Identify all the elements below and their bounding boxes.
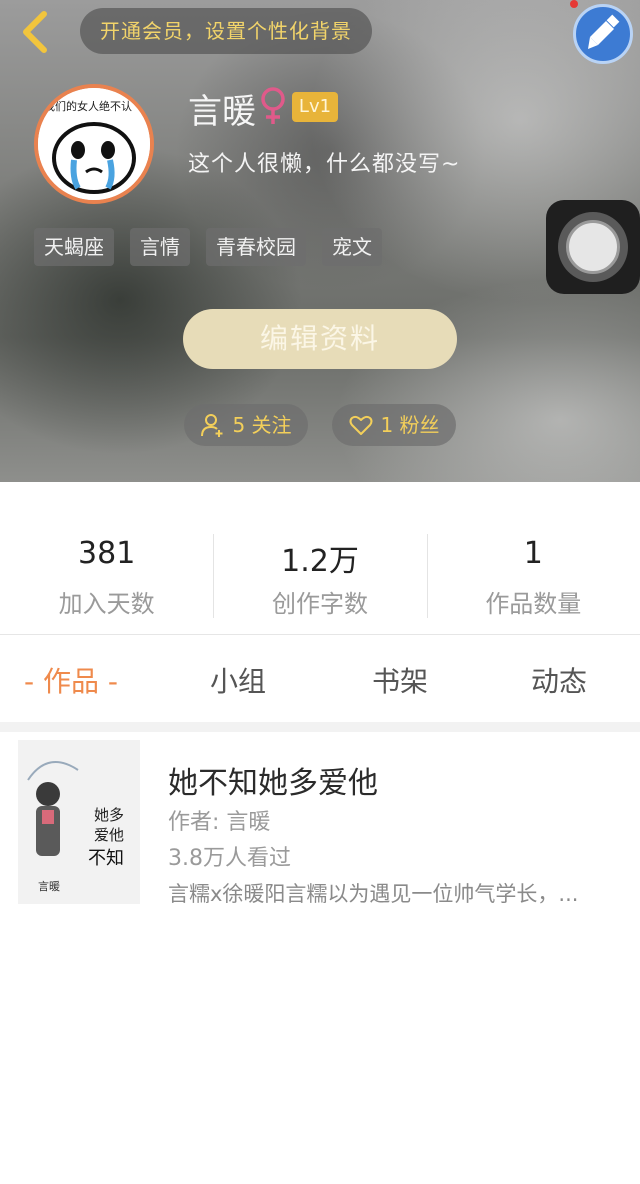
assistive-touch-core — [566, 220, 620, 274]
tab-groups[interactable]: 小组 — [210, 660, 266, 700]
heart-icon — [349, 415, 373, 435]
book-cover[interactable]: 她多 爱他 不知 言暖 — [18, 740, 140, 904]
stat-label: 作品数量 — [485, 590, 582, 618]
chevron-left-icon — [23, 11, 47, 53]
stat-value: 1.2万 — [281, 544, 359, 579]
meme-face-image: 我们的女人绝不认 — [38, 88, 150, 200]
username: 言暖 — [188, 92, 256, 132]
back-button[interactable] — [14, 8, 58, 56]
tag-item[interactable]: 宠文 — [322, 228, 382, 266]
paint-brush-icon — [588, 14, 620, 49]
tag-item[interactable]: 言情 — [130, 228, 190, 266]
cover-title-1: 她多 — [94, 806, 124, 824]
stat-word-count: 1.2万 创作字数 — [213, 482, 426, 634]
book-card[interactable]: 她多 爱他 不知 言暖 她不知她多爱他 作者: 言暖 3.8万人看过 言糯x徐暖… — [10, 732, 630, 914]
user-plus-icon — [201, 414, 223, 437]
following-count: 5 关注 — [232, 413, 292, 437]
tag-item[interactable]: 天蝎座 — [34, 228, 114, 266]
vip-background-banner[interactable]: 开通会员，设置个性化背景 — [80, 8, 372, 54]
avatar[interactable]: 我们的女人绝不认 — [34, 84, 154, 204]
profile-header: 开通会员，设置个性化背景 我们的女人绝不认 言暖 Lv1 这个人很懒，什么都没写… — [0, 0, 640, 482]
book-description: 言糯x徐暖阳言糯以为遇见一位帅气学长，... — [168, 882, 579, 906]
level-badge: Lv1 — [292, 92, 338, 122]
tag-item[interactable]: 青春校园 — [206, 228, 306, 266]
divider — [0, 634, 640, 635]
cover-author: 言暖 — [38, 880, 60, 893]
tab-activity[interactable]: 动态 — [531, 660, 587, 700]
cover-title-2: 爱他 — [94, 826, 124, 844]
skin-button[interactable] — [573, 4, 633, 64]
bio-text: 这个人很懒，什么都没写~ — [188, 152, 461, 177]
stats-bar: 381 加入天数 1.2万 创作字数 1 作品数量 — [0, 482, 640, 634]
book-views: 3.8万人看过 — [168, 846, 291, 871]
fans-count: 1 粉丝 — [380, 413, 440, 437]
empty-area — [0, 914, 640, 1184]
fans-button[interactable]: 1 粉丝 — [332, 404, 456, 446]
assistive-touch-button[interactable] — [546, 200, 640, 294]
tab-works[interactable]: - 作品 - — [24, 660, 118, 700]
stat-divider — [213, 534, 214, 618]
stat-divider — [427, 534, 428, 618]
cover-title-3: 不知 — [88, 848, 124, 869]
stat-value: 381 — [78, 536, 136, 571]
female-symbol-icon — [261, 87, 285, 124]
tag-list: 天蝎座 言情 青春校园 宠文 — [34, 228, 382, 266]
edit-profile-button[interactable]: 编辑资料 — [183, 309, 457, 369]
book-author: 作者: 言暖 — [168, 810, 271, 835]
avatar-caption: 我们的女人绝不认 — [44, 99, 132, 113]
section-gap — [0, 722, 640, 732]
stat-label: 加入天数 — [58, 590, 155, 618]
following-button[interactable]: 5 关注 — [184, 404, 308, 446]
stat-join-days: 381 加入天数 — [0, 482, 213, 634]
stat-works-count: 1 作品数量 — [427, 482, 640, 634]
book-cover-image: 她多 爱他 不知 言暖 — [18, 740, 140, 904]
stat-label: 创作字数 — [271, 590, 368, 618]
tab-bookshelf[interactable]: 书架 — [372, 660, 428, 700]
profile-tabs: - 作品 - 小组 书架 动态 — [0, 636, 640, 722]
book-title[interactable]: 她不知她多爱他 — [168, 758, 378, 802]
stat-value: 1 — [523, 536, 543, 571]
